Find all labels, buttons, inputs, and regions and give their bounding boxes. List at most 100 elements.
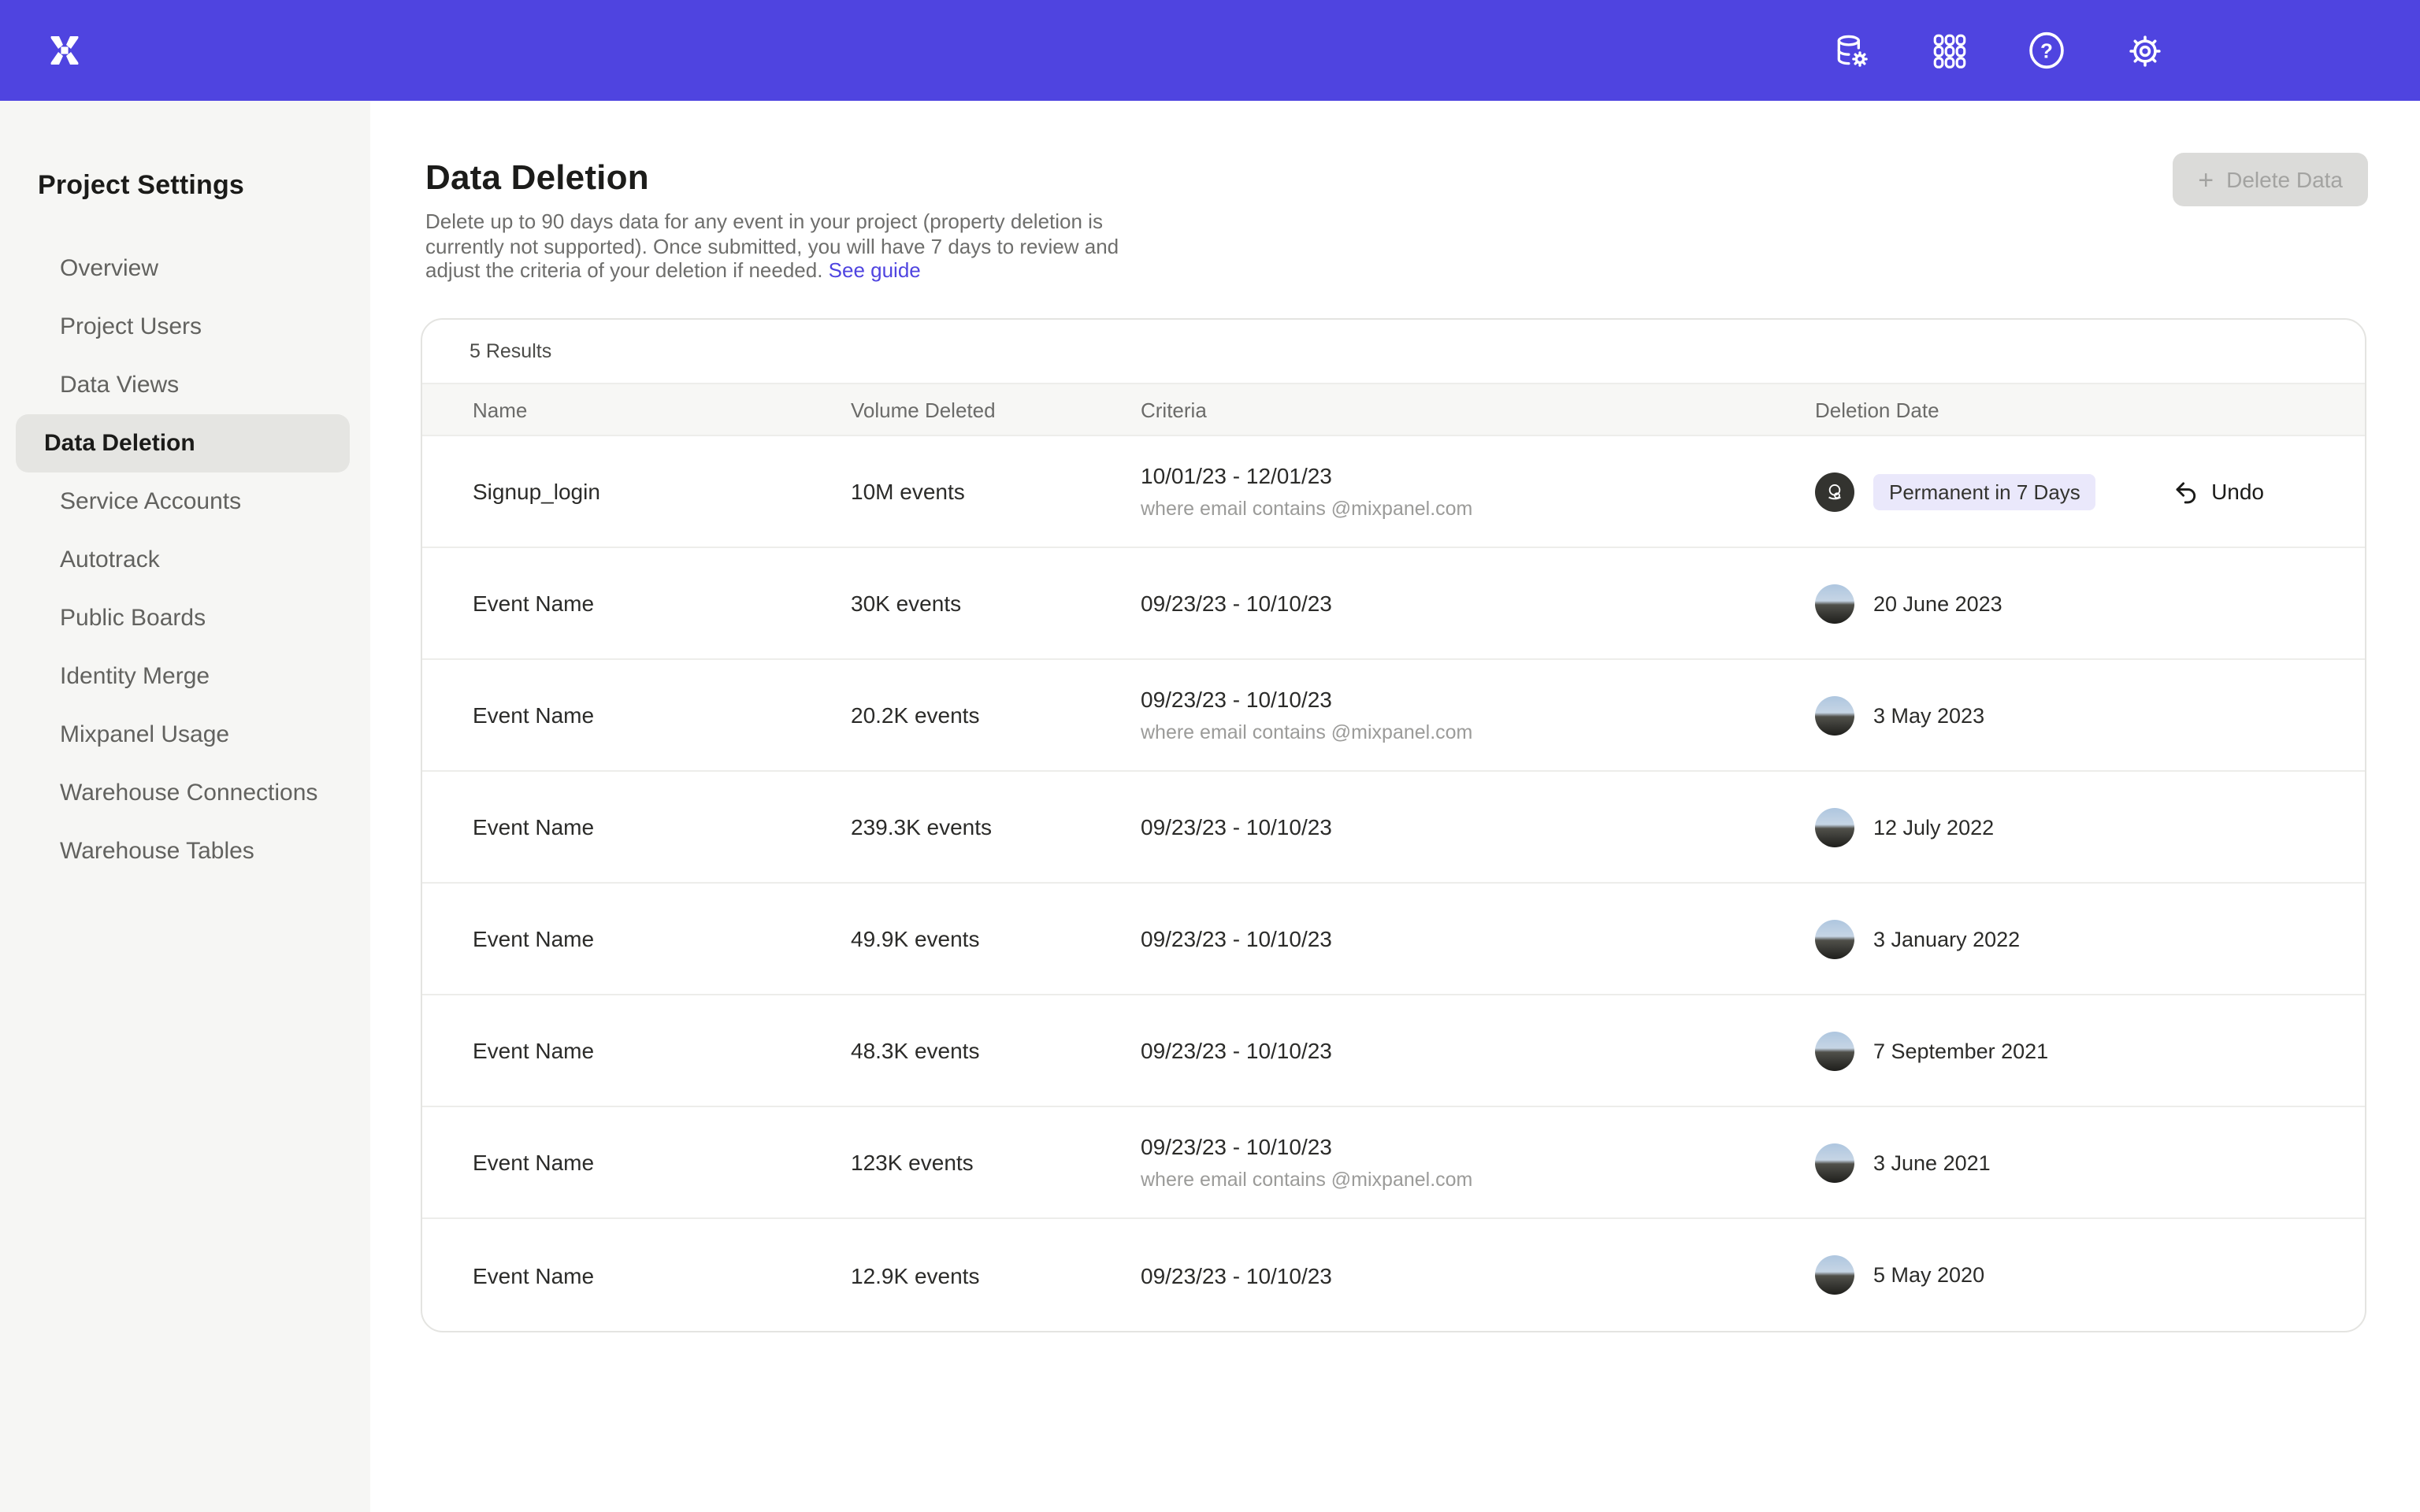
row-name: Event Name bbox=[473, 591, 851, 616]
undo-label: Undo bbox=[2211, 479, 2264, 504]
row-criteria-filter: where email contains @mixpanel.com bbox=[1141, 721, 1815, 743]
page-description: Delete up to 90 days data for any event … bbox=[425, 209, 1126, 283]
row-criteria: 09/23/23 - 10/10/23 bbox=[1141, 591, 1815, 616]
row-volume: 123K events bbox=[851, 1150, 1141, 1175]
table-row: Event Name 30K events 09/23/23 - 10/10/2… bbox=[422, 548, 2365, 660]
deletion-date-text: 3 May 2023 bbox=[1873, 703, 1984, 727]
row-name: Signup_login bbox=[473, 479, 851, 504]
column-header-criteria: Criteria bbox=[1141, 398, 1815, 421]
sidebar-item-autotrack[interactable]: Autotrack bbox=[16, 531, 350, 589]
deletion-date-text: 20 June 2023 bbox=[1873, 591, 2002, 615]
row-deletion-date: 7 September 2021 bbox=[1815, 1031, 2365, 1070]
row-volume: 12.9K events bbox=[851, 1262, 1141, 1288]
avatar bbox=[1815, 1255, 1854, 1295]
table-row: Event Name 12.9K events 09/23/23 - 10/10… bbox=[422, 1219, 2365, 1331]
row-criteria-range: 09/23/23 - 10/10/23 bbox=[1141, 591, 1815, 616]
data-management-icon[interactable] bbox=[1831, 30, 1872, 71]
deletion-date-text: 12 July 2022 bbox=[1873, 815, 1994, 839]
row-volume: 48.3K events bbox=[851, 1038, 1141, 1063]
row-criteria-range: 09/23/23 - 10/10/23 bbox=[1141, 1134, 1815, 1159]
apps-grid-icon[interactable] bbox=[1928, 30, 1969, 71]
row-volume: 30K events bbox=[851, 591, 1141, 616]
row-volume: 20.2K events bbox=[851, 702, 1141, 728]
row-criteria: 09/23/23 - 10/10/23 bbox=[1141, 1038, 1815, 1063]
deletion-date-text: 3 June 2021 bbox=[1873, 1151, 1991, 1174]
sidebar-item-warehouse-connections[interactable]: Warehouse Connections bbox=[16, 764, 350, 822]
avatar bbox=[1815, 1031, 1854, 1070]
settings-gear-icon[interactable] bbox=[2124, 30, 2165, 71]
table-row: Event Name 123K events 09/23/23 - 10/10/… bbox=[422, 1107, 2365, 1219]
avatar bbox=[1815, 584, 1854, 623]
main-content: Data Deletion Delete up to 90 days data … bbox=[370, 101, 2420, 1512]
topbar-icon-group: ? bbox=[1831, 30, 2165, 71]
topbar: ? bbox=[0, 0, 2420, 101]
delete-data-button[interactable]: + Delete Data bbox=[2173, 153, 2368, 206]
column-header-deletion-date: Deletion Date bbox=[1815, 398, 2365, 421]
table-row: Event Name 239.3K events 09/23/23 - 10/1… bbox=[422, 772, 2365, 884]
deletion-date-text: 5 May 2020 bbox=[1873, 1263, 1984, 1287]
app-window: ? Project Settings Overview Project User… bbox=[0, 0, 2420, 1512]
page-description-text: Delete up to 90 days data for any event … bbox=[425, 209, 1119, 282]
avatar bbox=[1815, 1143, 1854, 1182]
sidebar-item-overview[interactable]: Overview bbox=[16, 239, 350, 298]
undo-button[interactable]: Undo bbox=[2172, 478, 2264, 505]
sidebar-item-warehouse-tables[interactable]: Warehouse Tables bbox=[16, 822, 350, 880]
row-criteria-range: 09/23/23 - 10/10/23 bbox=[1141, 814, 1815, 839]
sidebar-title: Project Settings bbox=[0, 101, 370, 202]
results-count: 5 Results bbox=[422, 320, 2365, 383]
table-row: Event Name 49.9K events 09/23/23 - 10/10… bbox=[422, 884, 2365, 995]
sidebar-item-data-deletion[interactable]: Data Deletion bbox=[16, 414, 350, 472]
row-deletion-date: Permanent in 7 Days Undo bbox=[1815, 472, 2365, 511]
table-row: Event Name 48.3K events 09/23/23 - 10/10… bbox=[422, 995, 2365, 1107]
row-volume: 10M events bbox=[851, 479, 1141, 504]
row-deletion-date: 20 June 2023 bbox=[1815, 584, 2365, 623]
sidebar-item-mixpanel-usage[interactable]: Mixpanel Usage bbox=[16, 706, 350, 764]
undo-icon bbox=[2172, 478, 2199, 505]
row-criteria-range: 09/23/23 - 10/10/23 bbox=[1141, 926, 1815, 951]
row-criteria-range: 09/23/23 - 10/10/23 bbox=[1141, 1038, 1815, 1063]
row-deletion-date: 3 June 2021 bbox=[1815, 1143, 2365, 1182]
sidebar-nav: Overview Project Users Data Views Data D… bbox=[0, 239, 370, 880]
row-name: Event Name bbox=[473, 814, 851, 839]
sidebar-item-service-accounts[interactable]: Service Accounts bbox=[16, 472, 350, 531]
sidebar: Project Settings Overview Project Users … bbox=[0, 101, 370, 1512]
plus-icon: + bbox=[2198, 166, 2214, 193]
svg-text:?: ? bbox=[2040, 39, 2053, 62]
column-header-volume: Volume Deleted bbox=[851, 398, 1141, 421]
row-criteria: 09/23/23 - 10/10/23 where email contains… bbox=[1141, 687, 1815, 743]
mixpanel-logo[interactable] bbox=[44, 30, 85, 71]
row-name: Event Name bbox=[473, 702, 851, 728]
row-criteria: 10/01/23 - 12/01/23 where email contains… bbox=[1141, 463, 1815, 520]
row-criteria-filter: where email contains @mixpanel.com bbox=[1141, 1169, 1815, 1191]
avatar bbox=[1815, 695, 1854, 735]
column-header-name: Name bbox=[473, 398, 851, 421]
row-criteria-range: 09/23/23 - 10/10/23 bbox=[1141, 687, 1815, 712]
sidebar-item-data-views[interactable]: Data Views bbox=[16, 356, 350, 414]
sidebar-item-public-boards[interactable]: Public Boards bbox=[16, 589, 350, 647]
row-deletion-date: 3 January 2022 bbox=[1815, 919, 2365, 958]
row-name: Event Name bbox=[473, 1150, 851, 1175]
row-deletion-date: 5 May 2020 bbox=[1815, 1255, 2365, 1295]
row-name: Event Name bbox=[473, 1038, 851, 1063]
row-deletion-date: 3 May 2023 bbox=[1815, 695, 2365, 735]
delete-data-button-label: Delete Data bbox=[2226, 167, 2343, 192]
row-criteria: 09/23/23 - 10/10/23 where email contains… bbox=[1141, 1134, 1815, 1191]
avatar bbox=[1815, 807, 1854, 847]
row-criteria: 09/23/23 - 10/10/23 bbox=[1141, 1262, 1815, 1288]
sidebar-item-project-users[interactable]: Project Users bbox=[16, 298, 350, 356]
avatar bbox=[1815, 472, 1854, 511]
deletion-date-text: 3 January 2022 bbox=[1873, 927, 2020, 951]
deletion-date-text: 7 September 2021 bbox=[1873, 1039, 2048, 1062]
row-criteria: 09/23/23 - 10/10/23 bbox=[1141, 814, 1815, 839]
row-volume: 239.3K events bbox=[851, 814, 1141, 839]
table-row: Signup_login 10M events 10/01/23 - 12/01… bbox=[422, 436, 2365, 548]
row-criteria-range: 10/01/23 - 12/01/23 bbox=[1141, 463, 1815, 488]
table-row: Event Name 20.2K events 09/23/23 - 10/10… bbox=[422, 660, 2365, 772]
help-icon[interactable]: ? bbox=[2026, 30, 2067, 71]
see-guide-link[interactable]: See guide bbox=[829, 258, 921, 282]
avatar bbox=[1815, 919, 1854, 958]
sidebar-item-identity-merge[interactable]: Identity Merge bbox=[16, 647, 350, 706]
row-criteria-range: 09/23/23 - 10/10/23 bbox=[1141, 1262, 1815, 1288]
page-title: Data Deletion bbox=[425, 158, 2420, 198]
row-name: Event Name bbox=[473, 1262, 851, 1288]
